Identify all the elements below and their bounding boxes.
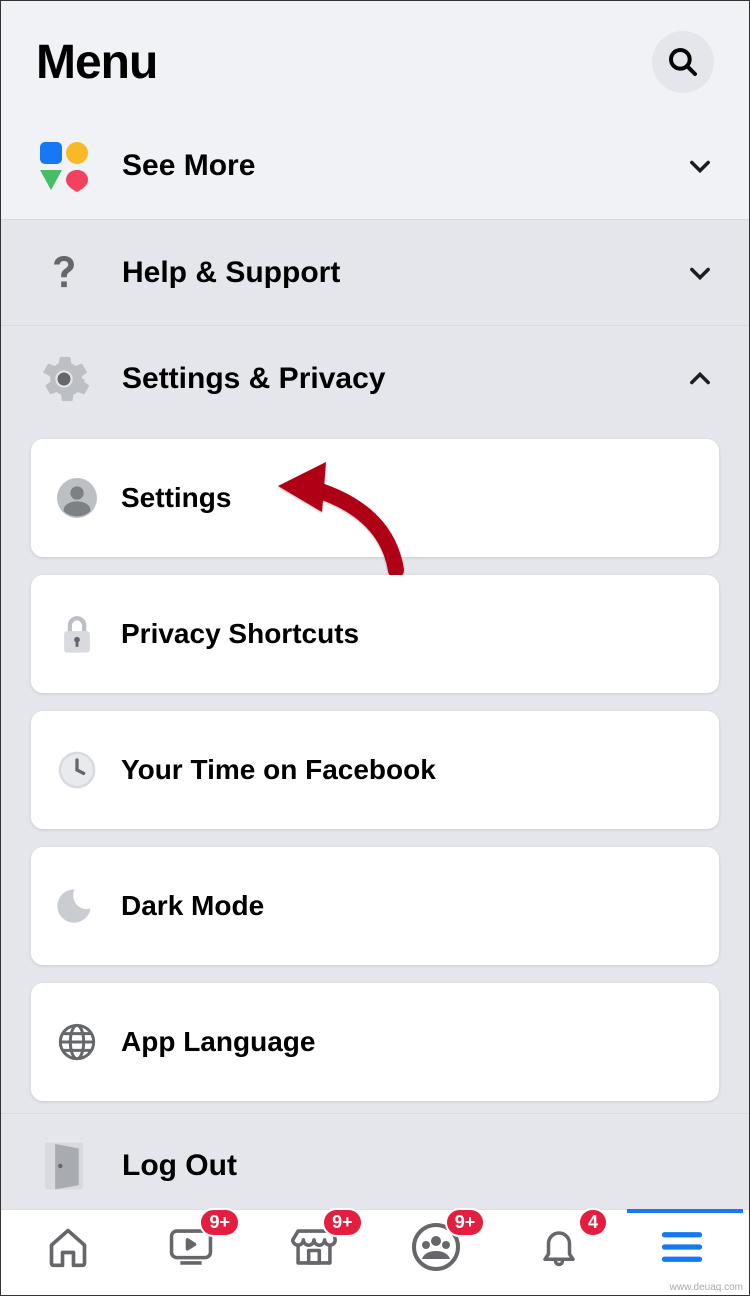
- settings-privacy-label: Settings & Privacy: [122, 362, 656, 396]
- app-language-label: App Language: [121, 1026, 315, 1058]
- tab-marketplace[interactable]: 9+: [287, 1222, 341, 1272]
- privacy-shortcuts-label: Privacy Shortcuts: [121, 618, 359, 650]
- tab-notifications[interactable]: 4: [532, 1222, 586, 1272]
- profile-icon: [55, 476, 99, 520]
- bottom-tab-bar: 9+ 9+ 9+ 4: [1, 1209, 749, 1295]
- settings-privacy-row[interactable]: Settings & Privacy: [1, 325, 749, 431]
- annotation-arrow: [276, 450, 416, 590]
- dark-mode-card[interactable]: Dark Mode: [31, 847, 719, 965]
- settings-card[interactable]: Settings: [31, 439, 719, 557]
- your-time-label: Your Time on Facebook: [121, 754, 436, 786]
- home-icon: [46, 1225, 90, 1269]
- see-more-row[interactable]: See More: [1, 113, 749, 219]
- page-title: Menu: [36, 35, 157, 90]
- help-icon: [36, 245, 92, 301]
- hamburger-icon: [661, 1229, 703, 1265]
- door-icon: [36, 1138, 92, 1194]
- chevron-down-icon: [686, 152, 714, 180]
- marketplace-badge: 9+: [322, 1208, 363, 1237]
- watch-badge: 9+: [199, 1208, 240, 1237]
- dark-mode-label: Dark Mode: [121, 890, 264, 922]
- moon-icon: [55, 884, 99, 928]
- settings-privacy-submenu: Settings Privacy Shortcuts Your Time on …: [1, 431, 749, 1113]
- help-support-row[interactable]: Help & Support: [1, 219, 749, 325]
- tab-groups[interactable]: 9+: [409, 1222, 463, 1272]
- settings-label: Settings: [121, 482, 231, 514]
- bell-icon: [538, 1224, 580, 1270]
- privacy-shortcuts-card[interactable]: Privacy Shortcuts: [31, 575, 719, 693]
- apps-icon: [36, 138, 92, 194]
- your-time-card[interactable]: Your Time on Facebook: [31, 711, 719, 829]
- groups-badge: 9+: [445, 1208, 486, 1237]
- tab-watch[interactable]: 9+: [164, 1222, 218, 1272]
- globe-icon: [55, 1020, 99, 1064]
- search-icon: [667, 46, 699, 78]
- tab-home[interactable]: [41, 1222, 95, 1272]
- chevron-up-icon: [686, 365, 714, 393]
- tab-menu[interactable]: [655, 1222, 709, 1272]
- watermark: www.deuaq.com: [670, 1282, 743, 1293]
- active-tab-indicator: [627, 1209, 743, 1213]
- see-more-label: See More: [122, 149, 656, 183]
- lock-icon: [55, 612, 99, 656]
- clock-icon: [55, 748, 99, 792]
- menu-header: Menu: [1, 1, 749, 113]
- notifications-badge: 4: [578, 1208, 608, 1237]
- log-out-label: Log Out: [122, 1149, 237, 1183]
- app-language-card[interactable]: App Language: [31, 983, 719, 1101]
- help-support-label: Help & Support: [122, 256, 656, 290]
- search-button[interactable]: [652, 31, 714, 93]
- gear-icon: [36, 351, 92, 407]
- chevron-down-icon: [686, 259, 714, 287]
